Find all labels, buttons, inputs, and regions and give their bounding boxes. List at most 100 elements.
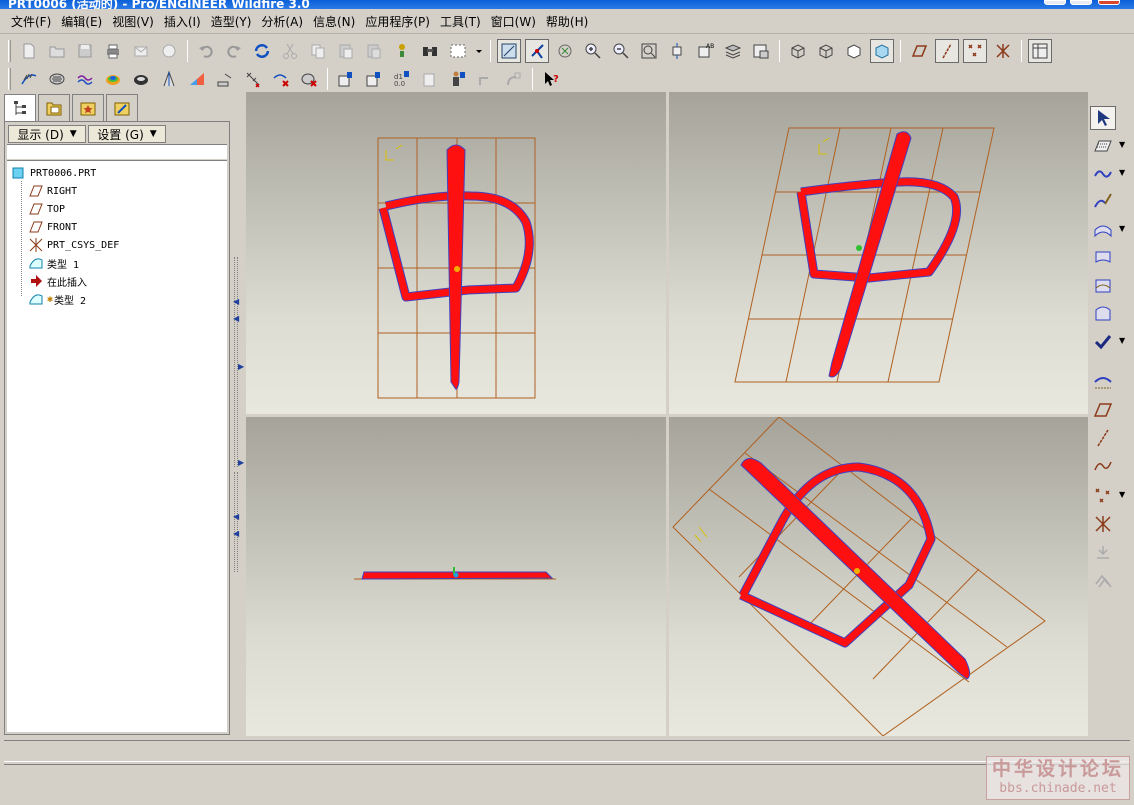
- menu-file[interactable]: 文件(F): [6, 13, 56, 30]
- tab-favorites[interactable]: [72, 94, 104, 121]
- datum-curve-button[interactable]: [1090, 454, 1116, 478]
- datum-points-toggle[interactable]: [963, 39, 987, 63]
- set-active-plane-button[interactable]: [1090, 134, 1116, 158]
- tab-model-tree[interactable]: [4, 94, 36, 122]
- dropdown-arrow-icon[interactable]: ▼: [1119, 490, 1125, 499]
- family-table-button[interactable]: [334, 67, 358, 91]
- find-button[interactable]: [418, 39, 442, 63]
- datum-plane-button[interactable]: [1090, 398, 1116, 422]
- show-dropdown-button[interactable]: 显示 (D) ▼: [8, 125, 86, 143]
- collapse-left-arrow-icon[interactable]: ◀: [233, 512, 239, 521]
- model-tree[interactable]: PRT0006.PRT RIGHT TOP FRONT PRT_CSYS_DEF…: [7, 160, 227, 732]
- datum-point-button[interactable]: [1090, 484, 1116, 508]
- zoom-in-button[interactable]: [581, 39, 605, 63]
- tab-folder-browser[interactable]: [38, 94, 70, 121]
- zoom-out-button[interactable]: [609, 39, 633, 63]
- tree-item-front[interactable]: FRONT: [29, 219, 77, 235]
- cut-button[interactable]: [278, 39, 302, 63]
- datum-axis-button[interactable]: [1090, 426, 1116, 450]
- section-analysis-button[interactable]: [45, 67, 69, 91]
- collapse-left-arrow-icon[interactable]: ◀: [233, 529, 239, 538]
- curve-analysis-button[interactable]: [17, 67, 41, 91]
- save-button[interactable]: [73, 39, 97, 63]
- analysis-feature-button[interactable]: [1090, 540, 1116, 564]
- delete-all-analysis-button[interactable]: [297, 67, 321, 91]
- model-intent-button[interactable]: [446, 67, 470, 91]
- expand-right-arrow-icon[interactable]: ▶: [238, 362, 244, 371]
- sketch-button[interactable]: [497, 39, 521, 63]
- spin-center-button[interactable]: [553, 39, 577, 63]
- reflection-analysis-button[interactable]: [213, 67, 237, 91]
- udf-button[interactable]: [502, 67, 526, 91]
- shading-button[interactable]: [870, 39, 894, 63]
- create-surface-button[interactable]: [1090, 218, 1116, 242]
- panel-splitter[interactable]: ◀ ◀ ▶ ▶ ◀ ◀: [232, 92, 244, 738]
- menu-style[interactable]: 造型(Y): [206, 13, 257, 30]
- wireframe-button[interactable]: [786, 39, 810, 63]
- trim-surface-button[interactable]: [1090, 274, 1116, 298]
- offset-analysis-button[interactable]: [73, 67, 97, 91]
- viewport-bottom-right[interactable]: [669, 417, 1088, 736]
- datum-csys-button[interactable]: [1090, 512, 1116, 536]
- done-button[interactable]: [1090, 330, 1116, 354]
- saved-views-button[interactable]: AB: [693, 39, 717, 63]
- hidden-line-button[interactable]: [814, 39, 838, 63]
- create-curve-button[interactable]: [1090, 162, 1116, 186]
- open-file-button[interactable]: [45, 39, 69, 63]
- parameters-button[interactable]: d1 0.0: [390, 67, 414, 91]
- switch-dimensions-button[interactable]: [418, 67, 442, 91]
- dropdown-arrow-icon[interactable]: ▼: [1119, 140, 1125, 149]
- redo-button[interactable]: [222, 39, 246, 63]
- tree-item-part[interactable]: PRT0006.PRT: [12, 165, 96, 181]
- delete-analysis-button[interactable]: [269, 67, 293, 91]
- collapse-left-arrow-icon[interactable]: ◀: [233, 297, 239, 306]
- graphics-window[interactable]: [246, 92, 1088, 736]
- toolbar-grip[interactable]: [8, 40, 11, 62]
- draft-analysis-button[interactable]: [157, 67, 181, 91]
- context-help-button[interactable]: ?: [539, 67, 563, 91]
- paste-special-button[interactable]: [362, 39, 386, 63]
- style-tool-button[interactable]: [1090, 370, 1116, 394]
- new-file-button[interactable]: [17, 39, 41, 63]
- menu-insert[interactable]: 插入(I): [159, 13, 206, 30]
- layers-button[interactable]: [721, 39, 745, 63]
- tree-item-insert-here[interactable]: 在此插入: [29, 273, 87, 289]
- undo-button[interactable]: [194, 39, 218, 63]
- pro-program-button[interactable]: [474, 67, 498, 91]
- view-manager-button[interactable]: [749, 39, 773, 63]
- edit-surface-button[interactable]: [1090, 302, 1116, 326]
- maximize-button[interactable]: [1070, 0, 1092, 5]
- relations-button[interactable]: [362, 67, 386, 91]
- menu-tools[interactable]: 工具(T): [435, 13, 486, 30]
- edit-curve-button[interactable]: [1090, 190, 1116, 214]
- refit-button[interactable]: [637, 39, 661, 63]
- select-button[interactable]: [1090, 106, 1116, 130]
- offset-plane-button[interactable]: [1090, 568, 1116, 592]
- tree-item-right[interactable]: RIGHT: [29, 183, 77, 199]
- paste-button[interactable]: [334, 39, 358, 63]
- dihedral-analysis-button[interactable]: [241, 67, 265, 91]
- selection-dropdown[interactable]: [474, 39, 484, 63]
- menu-edit[interactable]: 编辑(E): [56, 13, 107, 30]
- datum-axes-toggle[interactable]: [935, 39, 959, 63]
- gaussian-curvature-button[interactable]: [101, 67, 125, 91]
- copy-button[interactable]: [306, 39, 330, 63]
- minimize-button[interactable]: [1044, 0, 1066, 5]
- reorient-button[interactable]: [665, 39, 689, 63]
- tree-item-style-2[interactable]: ✱ 类型 2: [29, 291, 86, 307]
- send-mail-button[interactable]: [129, 39, 153, 63]
- expand-right-arrow-icon[interactable]: ▶: [238, 458, 244, 467]
- viewport-bottom-left[interactable]: [246, 417, 666, 736]
- connect-surface-button[interactable]: [1090, 246, 1116, 270]
- tree-item-csys[interactable]: PRT_CSYS_DEF: [29, 237, 119, 253]
- menu-help[interactable]: 帮助(H): [541, 13, 593, 30]
- shade-curvature-button[interactable]: [129, 67, 153, 91]
- dropdown-arrow-icon[interactable]: ▼: [1119, 336, 1125, 345]
- show-navigator-button[interactable]: [1028, 39, 1052, 63]
- menu-analysis[interactable]: 分析(A): [256, 13, 308, 30]
- print-button[interactable]: [101, 39, 125, 63]
- settings-dropdown-button[interactable]: 设置 (G) ▼: [88, 125, 166, 143]
- collapse-left-arrow-icon[interactable]: ◀: [233, 314, 239, 323]
- slope-analysis-button[interactable]: [185, 67, 209, 91]
- tab-connections[interactable]: [106, 94, 138, 121]
